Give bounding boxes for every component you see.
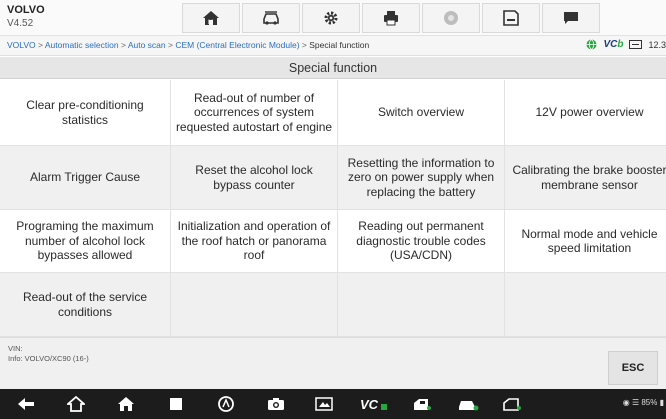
home-icon: M <box>203 11 219 26</box>
help-icon <box>444 11 458 25</box>
gear-icon <box>324 11 338 25</box>
vci-status: VCb <box>603 39 623 50</box>
location-icon: ◉ <box>622 398 630 407</box>
function-item[interactable]: Switch overview <box>338 80 505 146</box>
browser-button[interactable] <box>214 394 238 414</box>
breadcrumb-link-volvo[interactable]: VOLVO <box>7 40 36 50</box>
function-item[interactable]: Programing the maximum number of alcohol… <box>0 210 171 273</box>
save-button[interactable] <box>482 3 540 33</box>
back-button[interactable] <box>14 394 38 414</box>
vehicle-info: VIN: Info: VOLVO/XC90 (16-) <box>8 344 89 364</box>
vin-label: VIN: <box>8 344 23 353</box>
screenshot-icon <box>315 397 333 411</box>
camera-button[interactable] <box>264 394 288 414</box>
breadcrumb-separator: > <box>118 40 128 50</box>
function-item[interactable]: Read-out of the service conditions <box>0 273 171 337</box>
breadcrumb-link-auto-scan[interactable]: Auto scan <box>128 40 166 50</box>
android-home-button[interactable] <box>64 394 88 414</box>
android-nav-bar: VC ◉ ☰ 85% ▮ <box>0 389 666 419</box>
footer-bar: VIN: Info: VOLVO/XC90 (16-) ESC <box>0 337 666 389</box>
vehicle-info-label: Info: VOLVO/XC90 (16-) <box>8 354 89 363</box>
autel-home-icon <box>118 397 134 411</box>
print-button[interactable] <box>362 3 420 33</box>
breadcrumb-bar: VOLVO > Automatic selection > Auto scan … <box>0 36 666 56</box>
car-shortcut-button[interactable] <box>410 394 434 414</box>
breadcrumb-link-automatic-selection[interactable]: Automatic selection <box>45 40 119 50</box>
vci-label: VC <box>603 39 618 50</box>
breadcrumb-separator: > <box>299 40 310 50</box>
connection-status: VCb 12.3 <box>586 39 666 50</box>
function-item[interactable]: Initialization and operation of the roof… <box>171 210 338 273</box>
car-shortcut-3-button[interactable] <box>500 394 524 414</box>
save-icon <box>503 10 519 26</box>
home-icon <box>67 396 85 412</box>
battery-percent: 85% <box>641 398 658 407</box>
car-shortcut-2-icon <box>459 401 479 411</box>
browser-icon <box>218 396 234 412</box>
breadcrumb-separator: > <box>35 40 45 50</box>
data-logging-button[interactable] <box>542 3 600 33</box>
function-item[interactable]: Read-out of number of occurrences of sys… <box>171 80 338 146</box>
vehicle-swap-button[interactable] <box>242 3 300 33</box>
top-toolbar: VOLVO V4.52 M <box>0 0 666 36</box>
system-status: ◉ ☰ 85% ▮ <box>623 398 664 407</box>
empty-cell <box>505 273 666 337</box>
app-version: V4.52 <box>7 18 34 29</box>
vci-icon: VC <box>360 397 387 411</box>
car-shortcut-3-icon <box>503 398 521 411</box>
home-button[interactable]: M <box>182 3 240 33</box>
function-item[interactable]: Reading out permanent diagnostic trouble… <box>338 210 505 273</box>
function-item[interactable]: Normal mode and vehicle speed limitation <box>505 210 666 273</box>
app-brand: VOLVO V4.52 <box>7 4 67 30</box>
screenshot-button[interactable] <box>312 394 336 414</box>
vci-accent: b <box>617 39 624 50</box>
app-name: VOLVO <box>7 4 45 16</box>
function-item[interactable]: Calibrating the brake booster membrane s… <box>505 146 666 210</box>
car-swap-icon <box>263 11 279 25</box>
camera-icon <box>268 398 284 410</box>
help-button[interactable] <box>422 3 480 33</box>
function-item[interactable]: Clear pre-conditioning statistics <box>0 80 171 146</box>
section-title: Special function <box>0 57 666 79</box>
function-grid: Clear pre-conditioning statistics Read-ou… <box>0 80 666 337</box>
globe-icon <box>586 39 597 50</box>
recent-apps-button[interactable] <box>164 394 188 414</box>
printer-icon <box>384 11 398 26</box>
breadcrumb-current: Special function <box>309 40 370 50</box>
settings-button[interactable] <box>302 3 360 33</box>
car-shortcut-2-button[interactable] <box>456 394 480 414</box>
battery-level-icon: ▮ <box>659 398 664 407</box>
battery-icon <box>629 40 643 49</box>
function-item[interactable]: Reset the alcohol lock bypass counter <box>171 146 338 210</box>
svg-text:VC: VC <box>360 397 379 411</box>
empty-cell <box>171 273 338 337</box>
function-item[interactable]: Alarm Trigger Cause <box>0 146 171 210</box>
car-shortcut-icon <box>414 399 431 410</box>
wifi-icon: ☰ <box>631 398 640 407</box>
battery-voltage: 12.3 <box>648 39 666 50</box>
breadcrumb: VOLVO > Automatic selection > Auto scan … <box>7 40 369 50</box>
function-item[interactable]: 12V power overview <box>505 80 666 146</box>
autel-home-button[interactable] <box>114 394 138 414</box>
vci-manager-button[interactable]: VC <box>358 394 390 414</box>
back-icon <box>18 398 34 410</box>
function-item[interactable]: Resetting the information to zero on pow… <box>338 146 505 210</box>
breadcrumb-link-cem[interactable]: CEM (Central Electronic Module) <box>175 40 299 50</box>
esc-button[interactable]: ESC <box>608 351 658 385</box>
empty-cell <box>338 273 505 337</box>
recent-apps-icon <box>170 398 182 410</box>
breadcrumb-separator: > <box>165 40 176 50</box>
svg-text:M: M <box>208 20 213 26</box>
message-icon <box>564 12 578 24</box>
